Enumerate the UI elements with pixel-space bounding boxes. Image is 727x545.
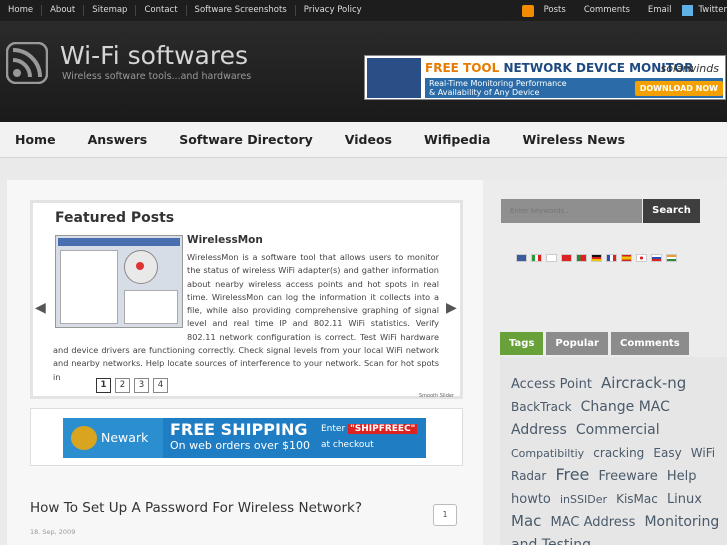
tag-link[interactable]: KisMac <box>616 492 658 506</box>
twitter-link[interactable]: Twitter <box>693 5 727 16</box>
newark-logo: Newark <box>63 418 163 458</box>
email-link[interactable]: Email <box>642 5 678 16</box>
twitter-icon[interactable] <box>681 5 693 16</box>
flag-ko-icon[interactable] <box>546 254 557 262</box>
tag-link[interactable]: Address <box>511 422 567 438</box>
ad-headline: FREE SHIPPING <box>170 420 308 439</box>
tag-link[interactable]: Freeware <box>598 469 657 484</box>
tag-link[interactable]: Aircrack-ng <box>601 374 686 392</box>
top-links: Home About Sitemap Contact Software Scre… <box>0 0 370 21</box>
newark-ad-container: Newark FREE SHIPPING On web orders over … <box>30 408 463 466</box>
top-link-about[interactable]: About <box>42 5 85 16</box>
flag-ru-icon[interactable] <box>651 254 662 262</box>
tag-cloud: Access Point Aircrack-ng BackTrack Chang… <box>511 372 727 545</box>
flag-zh-icon[interactable] <box>561 254 572 262</box>
ad-subline: On web orders over $100 <box>170 439 310 452</box>
top-link-screenshots[interactable]: Software Screenshots <box>187 5 296 16</box>
flag-en-icon[interactable] <box>516 254 527 262</box>
top-right-links: Posts Comments Email Twitter <box>521 0 727 21</box>
flag-es-icon[interactable] <box>621 254 632 262</box>
top-link-home[interactable]: Home <box>0 5 43 16</box>
slider-prev-arrow-icon[interactable]: ◀ <box>35 300 46 316</box>
tab-tags[interactable]: Tags <box>500 332 544 355</box>
flag-fr-icon[interactable] <box>606 254 617 262</box>
language-flags <box>516 254 677 262</box>
nav-wireless-news[interactable]: Wireless News <box>506 132 641 147</box>
search-input[interactable] <box>501 199 642 223</box>
post-title[interactable]: How To Set Up A Password For Wireless Ne… <box>30 500 362 516</box>
featured-slider: Featured Posts WirelessMon WirelessMon i… <box>30 200 463 399</box>
tag-link[interactable]: MAC Address <box>550 515 635 530</box>
slider-next-arrow-icon[interactable]: ▶ <box>446 300 457 316</box>
flag-pt-icon[interactable] <box>576 254 587 262</box>
search-button[interactable]: Search <box>643 199 700 223</box>
newark-banner-ad[interactable]: Newark FREE SHIPPING On web orders over … <box>63 418 426 458</box>
top-link-privacy[interactable]: Privacy Policy <box>296 5 370 16</box>
featured-item-title[interactable]: WirelessMon <box>187 234 263 246</box>
tag-link[interactable]: Linux <box>667 492 702 507</box>
tab-popular[interactable]: Popular <box>546 332 608 355</box>
tag-link[interactable]: Easy <box>653 446 681 460</box>
nav-home[interactable]: Home <box>0 132 72 147</box>
comment-count-badge[interactable]: 1 <box>433 504 457 526</box>
nav-videos[interactable]: Videos <box>329 132 408 147</box>
featured-item-text: WirelessMon is a software tool that allo… <box>53 252 439 382</box>
tag-link[interactable]: Compatibiltiy <box>511 447 584 460</box>
pager-3[interactable]: 3 <box>134 378 149 393</box>
site-title[interactable]: Wi-Fi softwares <box>60 41 248 70</box>
tag-link[interactable]: BackTrack <box>511 400 572 414</box>
banner-screenshot-image <box>367 58 421 98</box>
tag-link[interactable]: Help <box>667 469 697 484</box>
sidebar-tabs: Tags Popular Comments <box>500 332 689 355</box>
tag-link[interactable]: howto <box>511 492 551 507</box>
nav-software-directory[interactable]: Software Directory <box>163 132 329 147</box>
tag-link[interactable]: Free <box>555 465 589 484</box>
ad-checkout: at checkout <box>321 440 374 450</box>
top-link-sitemap[interactable]: Sitemap <box>84 5 137 16</box>
flag-de-icon[interactable] <box>591 254 602 262</box>
main-nav: Home Answers Software Directory Videos W… <box>0 122 727 158</box>
banner-download-button[interactable]: DOWNLOAD NOW <box>634 81 723 96</box>
flag-hi-icon[interactable] <box>666 254 677 262</box>
wifi-logo-icon[interactable] <box>6 42 48 84</box>
banner-headline: FREE TOOL NETWORK DEVICE MONITOR <box>425 61 694 75</box>
slider-pager: 1 2 3 4 <box>96 378 168 393</box>
slider-credit[interactable]: Smooth Slider <box>419 393 454 399</box>
tag-link[interactable]: Access Point <box>511 377 592 392</box>
nav-wifipedia[interactable]: Wifipedia <box>408 132 506 147</box>
comments-link[interactable]: Comments <box>578 5 636 16</box>
banner-brand: solarwinds <box>660 62 719 75</box>
tag-link[interactable]: Mac <box>511 512 541 530</box>
site-tagline: Wireless software tools...and hardwares <box>62 71 252 82</box>
newark-logo-icon <box>71 426 97 450</box>
flag-ja-icon[interactable] <box>636 254 647 262</box>
tab-comments[interactable]: Comments <box>610 332 689 355</box>
pager-4[interactable]: 4 <box>153 378 168 393</box>
nav-answers[interactable]: Answers <box>72 132 164 147</box>
tag-link[interactable]: cracking <box>593 446 644 460</box>
flag-it-icon[interactable] <box>531 254 542 262</box>
pager-1[interactable]: 1 <box>96 378 111 393</box>
pager-2[interactable]: 2 <box>115 378 130 393</box>
site-header: Wi-Fi softwares Wireless software tools.… <box>0 21 727 122</box>
posts-link[interactable]: Posts <box>538 5 572 16</box>
tag-link[interactable]: inSSIDer <box>560 493 607 506</box>
tag-link[interactable]: Commercial <box>576 422 660 438</box>
tag-link[interactable]: Change MAC <box>581 399 670 415</box>
featured-heading: Featured Posts <box>55 210 175 226</box>
top-bar: Home About Sitemap Contact Software Scre… <box>0 0 727 21</box>
top-link-contact[interactable]: Contact <box>136 5 187 16</box>
solarwinds-banner-ad[interactable]: FREE TOOL NETWORK DEVICE MONITOR solarwi… <box>364 55 726 100</box>
post-date: 18. Sep, 2009 <box>30 528 76 536</box>
ad-code-line: Enter "SHIPFREEC" <box>321 424 418 434</box>
rss-icon[interactable] <box>521 4 534 17</box>
